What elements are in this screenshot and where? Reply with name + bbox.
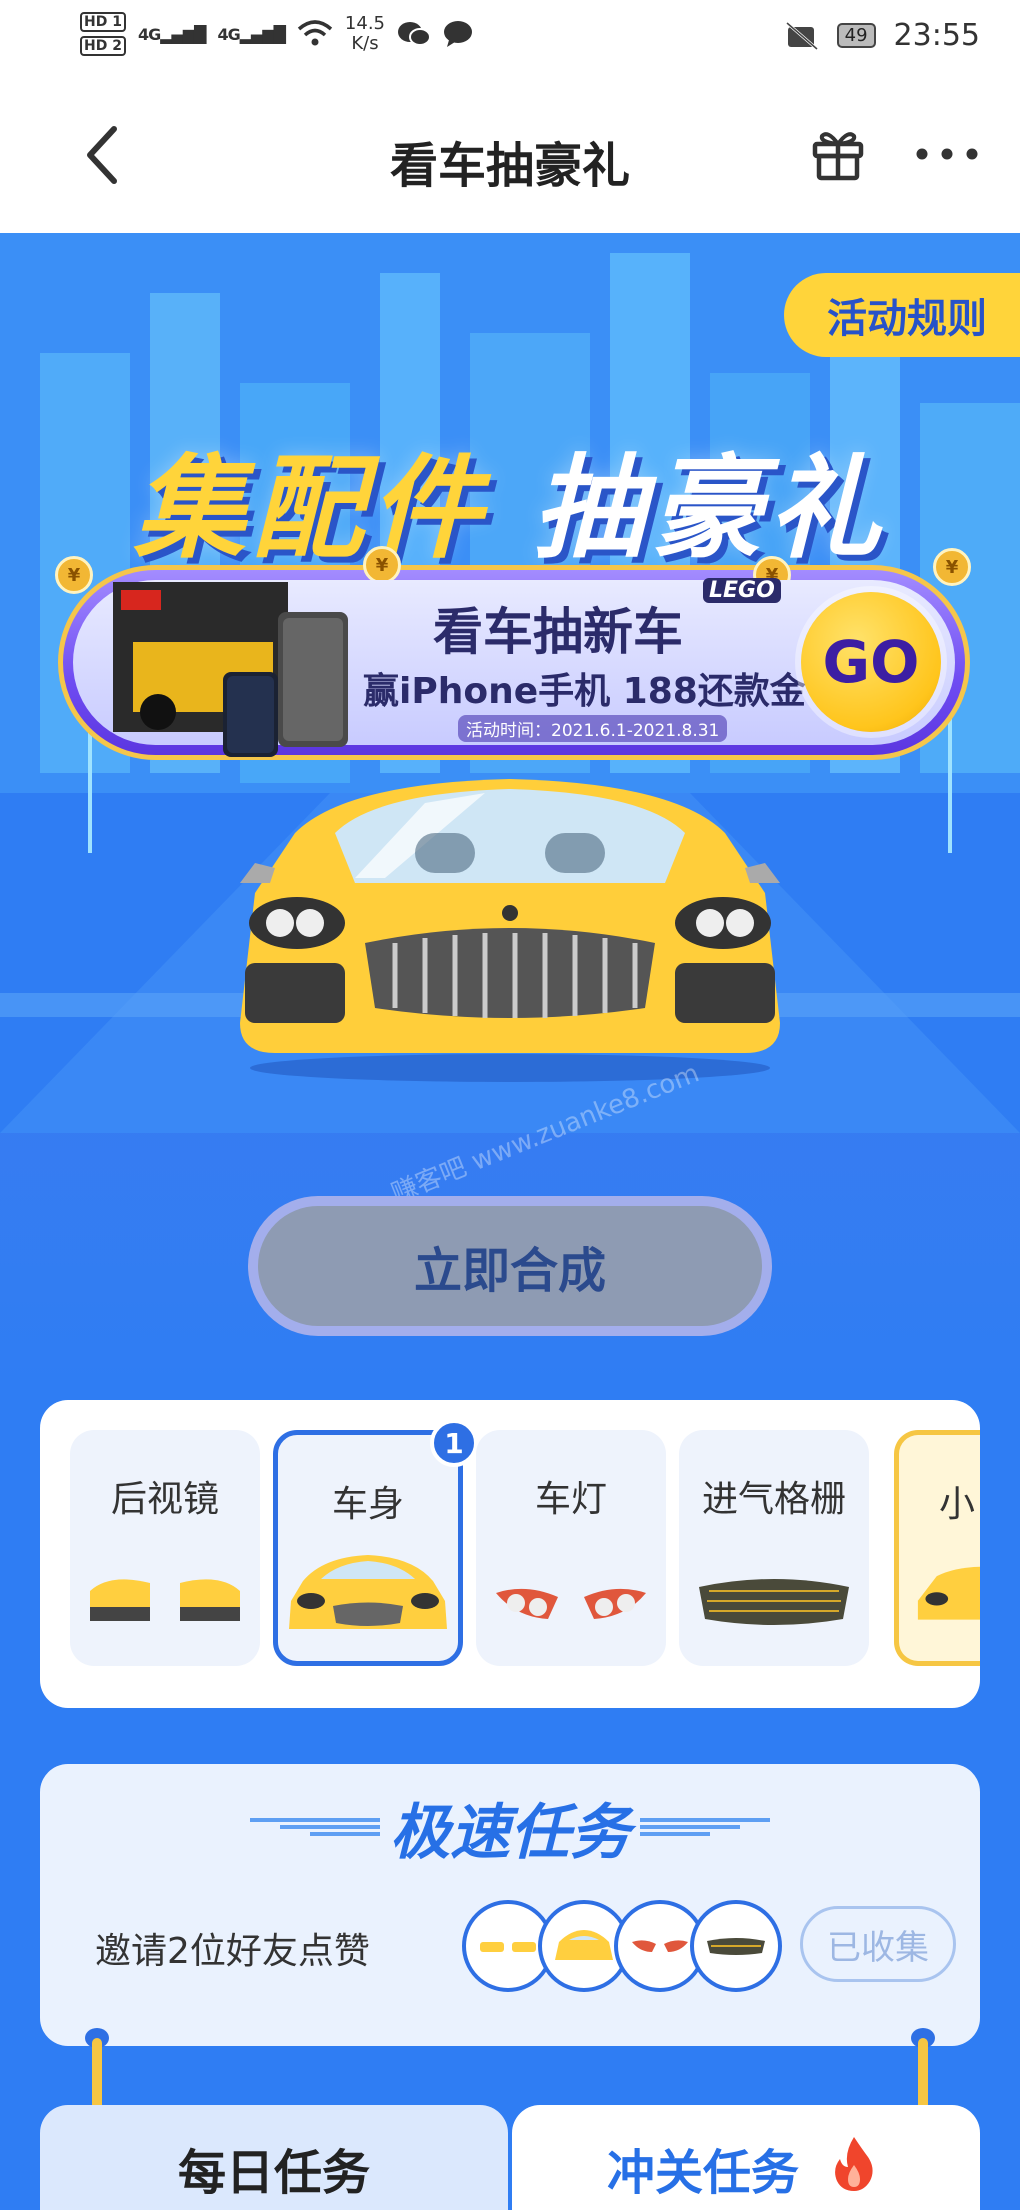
part-image <box>899 1551 980 1641</box>
part-image <box>679 1556 869 1646</box>
grille-icon <box>699 1579 849 1625</box>
speed-tasks-card: 极速任务 邀请2位好友点赞 已收集 <box>40 1764 980 2046</box>
part-grille[interactable]: 进气格栅 <box>679 1430 869 1666</box>
part-image <box>476 1556 666 1646</box>
part-partial-next[interactable]: 小 <box>894 1430 980 1666</box>
collected-status-button[interactable]: 已收集 <box>800 1906 956 1982</box>
promo-banner[interactable]: ¥ ¥ ¥ ¥ 看车抽新车 LEGO 赢iPhone手机 188还款金 活动时间… <box>55 546 971 760</box>
lego-logo: LEGO <box>703 578 781 603</box>
wechat-icon <box>398 22 431 46</box>
part-headlight[interactable]: 车灯 <box>476 1430 666 1666</box>
more-options-icon[interactable] <box>912 134 982 174</box>
task-part-grille <box>690 1900 782 1992</box>
banner-subtitle: 赢iPhone手机 188还款金 <box>363 671 806 712</box>
grille-icon <box>707 1938 765 1955</box>
car-body-icon <box>555 1930 613 1960</box>
headline-part2: 抽豪礼 <box>532 444 887 574</box>
title-decoration-right-icon <box>640 1818 770 1836</box>
status-left: HD 1 HD 2 4G▂▄▆█ 4G▂▄▆█ 14.5 K/s <box>80 12 473 56</box>
part-label: 小 <box>939 1484 976 1525</box>
mirror-icon <box>480 1942 536 1952</box>
headlight-icon <box>632 1940 688 1952</box>
page-title: 看车抽豪礼 <box>389 138 630 194</box>
tab-daily-tasks[interactable]: 每日任务 <box>40 2105 508 2210</box>
banner-period: 活动时间：2021.6.1-2021.8.31 <box>458 715 728 742</box>
speed-value: 14.5 <box>344 13 385 34</box>
synthesize-button[interactable]: 立即合成 <box>248 1196 772 1336</box>
car-thumbnail-icon <box>917 1566 980 1620</box>
part-image <box>278 1551 458 1641</box>
status-bar: HD 1 HD 2 4G▂▄▆█ 4G▂▄▆█ 14.5 K/s 49 23:5… <box>0 0 1020 78</box>
part-label: 后视镜 <box>110 1479 219 1520</box>
tab-label: 每日任务 <box>177 2145 370 2201</box>
activity-rules-button[interactable]: 活动规则 <box>784 273 1020 357</box>
mirror-icon <box>90 1579 240 1621</box>
status-right: 49 23:55 <box>785 18 980 53</box>
task-parts-group <box>462 1900 782 1992</box>
gift-icon[interactable] <box>810 126 866 182</box>
tab-level-tasks[interactable]: 冲关任务 <box>512 2105 980 2210</box>
hd1-indicator: HD 1 <box>80 12 126 32</box>
car-image <box>240 779 780 1082</box>
headline-part1: 集配件 <box>133 444 488 574</box>
prize-products-image <box>113 582 348 757</box>
speed-tasks-title: 极速任务 <box>390 1798 630 1868</box>
signal-2-icon: 4G▂▄▆█ <box>217 24 285 44</box>
message-icon <box>444 21 472 47</box>
navigation-bar: 看车抽豪礼 <box>0 78 1020 233</box>
part-label: 车灯 <box>534 1479 607 1520</box>
wifi-icon <box>297 20 333 46</box>
coin-icon: ¥ <box>933 548 971 586</box>
part-image <box>70 1556 260 1646</box>
coin-icon: ¥ <box>55 556 93 594</box>
clock: 23:55 <box>893 18 980 53</box>
headlight-icon <box>496 1588 646 1619</box>
mute-icon <box>785 21 818 50</box>
headline: 集配件 抽豪礼 <box>0 418 1020 580</box>
hd-indicators: HD 1 HD 2 <box>80 12 126 56</box>
banner-title: 看车抽新车 <box>433 603 683 661</box>
part-car-body[interactable]: 1 车身 <box>273 1419 478 1666</box>
part-label: 车身 <box>331 1484 404 1525</box>
part-label: 进气格栅 <box>701 1479 846 1520</box>
part-rearview-mirror[interactable]: 后视镜 <box>70 1430 260 1666</box>
go-button[interactable]: GO <box>801 592 941 732</box>
hero-section: 活动规则 集配件 抽豪礼 ¥ ¥ ¥ ¥ 看车抽新车 LEGO 赢iPhone手… <box>0 233 1020 1383</box>
parts-collection-card: 后视镜 1 车身 车灯 进气格栅 小 <box>40 1400 980 1708</box>
speed-unit: K/s <box>351 33 379 54</box>
network-speed: 14.5 K/s <box>345 14 385 54</box>
car-body-icon <box>289 1555 447 1629</box>
fire-icon <box>835 2137 873 2191</box>
battery-indicator: 49 <box>836 23 876 48</box>
tab-label: 冲关任务 <box>607 2145 800 2201</box>
task-label: 邀请2位好友点赞 <box>95 1931 370 1972</box>
signal-1-icon: 4G▂▄▆█ <box>137 24 206 44</box>
part-count-badge: 1 <box>430 1419 478 1467</box>
hd2-indicator: HD 2 <box>80 36 126 56</box>
